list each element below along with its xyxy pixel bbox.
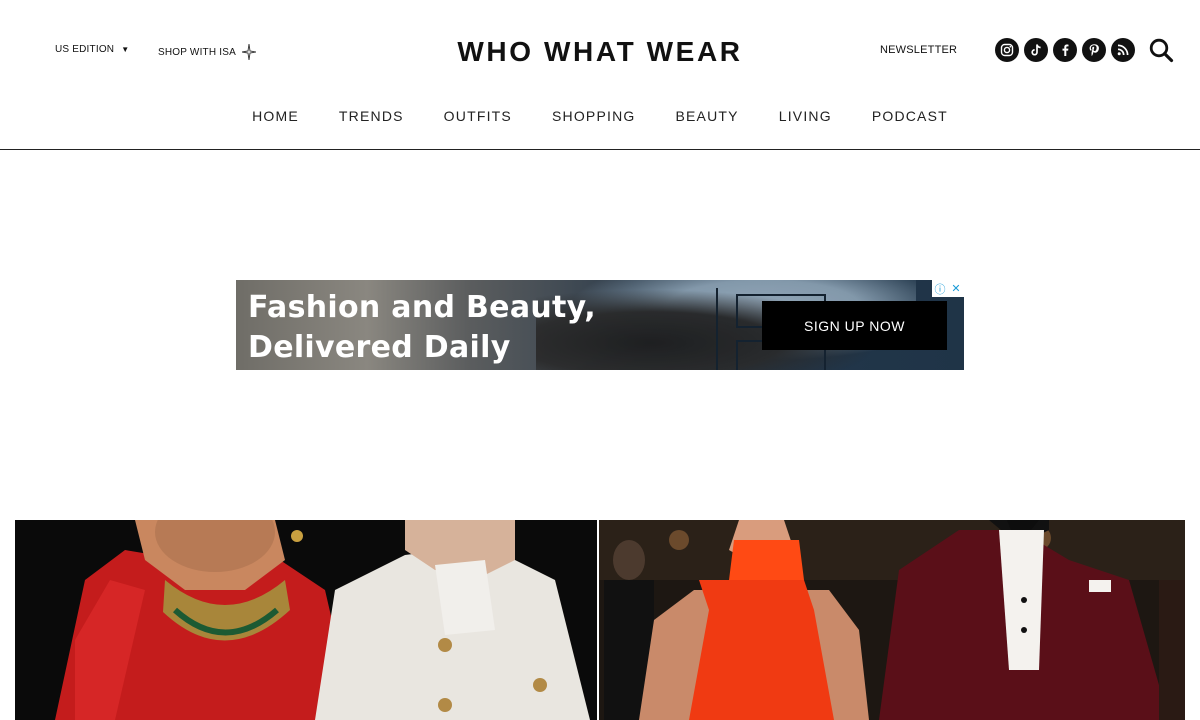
hero-image-left[interactable] — [15, 520, 597, 720]
nav-item-outfits[interactable]: OUTFITS — [444, 108, 512, 124]
nav-item-shopping[interactable]: SHOPPING — [552, 108, 636, 124]
instagram-icon[interactable] — [995, 38, 1019, 62]
ad-headline-line-2: Delivered Daily — [248, 330, 511, 365]
hero-image-right[interactable] — [599, 520, 1185, 720]
ad-close-icon[interactable]: ✕ — [948, 280, 964, 297]
hero-left-photo — [15, 520, 597, 720]
ad-banner[interactable]: Fashion and Beauty, Delivered Daily SIGN… — [236, 280, 964, 370]
ad-choices: ⓘ ✕ — [932, 280, 964, 297]
main-nav: HOME TRENDS OUTFITS SHOPPING BEAUTY LIVI… — [0, 100, 1200, 150]
nav-item-home[interactable]: HOME — [252, 108, 299, 124]
facebook-icon[interactable] — [1053, 38, 1077, 62]
nav-item-trends[interactable]: TRENDS — [339, 108, 404, 124]
ad-headline: Fashion and Beauty, Delivered Daily — [248, 288, 596, 368]
ad-signup-button[interactable]: SIGN UP NOW — [762, 301, 947, 350]
newsletter-link[interactable]: NEWSLETTER — [880, 44, 957, 56]
ad-info-icon[interactable]: ⓘ — [932, 280, 948, 297]
pinterest-icon[interactable] — [1082, 38, 1106, 62]
ad-headline-line-1: Fashion and Beauty, — [248, 290, 596, 325]
hero-right-photo — [599, 520, 1185, 720]
nav-item-podcast[interactable]: PODCAST — [872, 108, 948, 124]
nav-item-beauty[interactable]: BEAUTY — [675, 108, 738, 124]
rss-icon[interactable] — [1111, 38, 1135, 62]
nav-item-living[interactable]: LIVING — [779, 108, 832, 124]
tiktok-icon[interactable] — [1024, 38, 1048, 62]
site-header: US EDITION ▼ SHOP WITH ISA WHO WHAT WEAR… — [0, 0, 1200, 100]
social-links — [995, 38, 1135, 62]
search-icon[interactable] — [1148, 37, 1174, 63]
